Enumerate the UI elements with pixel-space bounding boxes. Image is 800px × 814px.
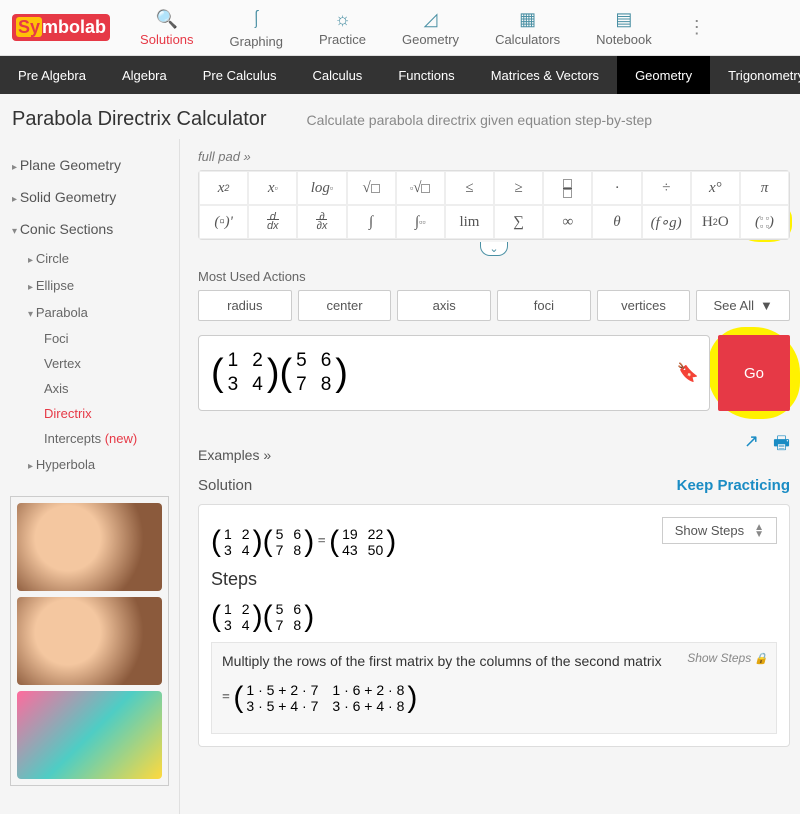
show-steps-link[interactable]: Show Steps (687, 651, 768, 665)
tb-x-squared[interactable]: x2 (199, 171, 248, 205)
share-icon[interactable]: ↗ (744, 431, 759, 461)
tb-sqrt[interactable]: √ (347, 171, 396, 205)
action-axis[interactable]: axis (397, 290, 491, 321)
full-pad-link[interactable]: full pad » (198, 149, 790, 164)
sidebar-ellipse[interactable]: Ellipse (0, 272, 179, 299)
subj-matrices-vectors[interactable]: Matrices & Vectors (473, 56, 617, 94)
ad-thumbnails (10, 496, 169, 786)
tb-lim[interactable]: lim (445, 205, 494, 239)
ad-thumb-1[interactable] (17, 503, 162, 591)
tb-int[interactable]: ∫ (347, 205, 396, 239)
expression-input[interactable]: ( 12 34 ) ( 56 78 ) 🔖 (198, 335, 710, 411)
step-description-box: Show Steps Multiply the rows of the firs… (211, 642, 777, 734)
sidebar-circle[interactable]: Circle (0, 245, 179, 272)
nav-notebook[interactable]: ▤Notebook (578, 3, 670, 53)
nav-geometry[interactable]: ◿Geometry (384, 3, 477, 53)
toolbar-expand-icon[interactable]: ⌄ (480, 242, 507, 256)
more-icon[interactable]: ⋮ (670, 17, 724, 38)
tb-prime[interactable]: (▫)' (199, 205, 248, 239)
step-text: Multiply the rows of the first matrix by… (222, 653, 662, 669)
expanded-equation: = ( 1 · 5 + 2 · 71 · 6 + 2 · 8 3 · 5 + 4… (222, 681, 766, 715)
ad-thumb-3[interactable] (17, 691, 162, 779)
tb-log[interactable]: log▫ (297, 171, 346, 205)
tb-leq[interactable]: ≤ (445, 171, 494, 205)
tb-sum[interactable]: ∑ (494, 205, 543, 239)
tb-div[interactable]: ÷ (642, 171, 691, 205)
bookmark-icon[interactable]: 🔖 (677, 363, 699, 384)
dropdown-icon: ▼ (760, 298, 773, 313)
sidebar-intercepts[interactable]: Intercepts (new) (0, 426, 179, 451)
bulb-icon: ☼ (334, 9, 351, 30)
print-icon[interactable]: 🖶 (773, 431, 790, 461)
subj-algebra[interactable]: Algebra (104, 56, 185, 94)
sidebar-hyperbola[interactable]: Hyperbola (0, 451, 179, 478)
subj-functions[interactable]: Functions (380, 56, 472, 94)
sidebar-directrix[interactable]: Directrix (0, 401, 179, 426)
sort-icon: ▲▼ (754, 524, 764, 538)
main-content: full pad » x2 x▫ log▫ √ ▫√ ≤ ≥ · ÷ x° π … (180, 139, 800, 814)
steps-equation-1: ( 12 34 ) ( 56 78 ) (211, 600, 777, 634)
solution-panel: Show Steps ▲▼ ( 12 34 ) ( 56 78 ) = ( 19… (198, 504, 790, 747)
logo[interactable]: Symbolab (0, 10, 122, 45)
tb-theta[interactable]: θ (592, 205, 641, 239)
tb-dot[interactable]: · (592, 171, 641, 205)
page-subtitle: Calculate parabola directrix given equat… (307, 112, 653, 128)
nav-practice[interactable]: ☼Practice (301, 3, 384, 53)
ad-thumb-2[interactable] (17, 597, 162, 685)
sidebar: Plane Geometry Solid Geometry Conic Sect… (0, 139, 180, 814)
steps-heading: Steps (211, 569, 777, 590)
sidebar-parabola[interactable]: Parabola (0, 299, 179, 326)
action-center[interactable]: center (298, 290, 392, 321)
notebook-icon: ▤ (615, 9, 632, 30)
tb-frac[interactable] (543, 171, 592, 205)
tb-matrix[interactable]: (▫ ▫▫ ▫) (740, 205, 789, 239)
show-steps-button[interactable]: Show Steps ▲▼ (662, 517, 777, 544)
sidebar-conic-sections[interactable]: Conic Sections (0, 213, 179, 245)
tb-h2o[interactable]: H2O (691, 205, 740, 239)
title-row: Parabola Directrix Calculator Calculate … (0, 94, 800, 139)
tb-geq[interactable]: ≥ (494, 171, 543, 205)
triangle-icon: ◿ (424, 9, 438, 30)
grid-icon: ▦ (519, 9, 536, 30)
tb-compose[interactable]: (f∘g) (642, 205, 691, 239)
action-row: radius center axis foci vertices See All… (198, 290, 790, 321)
page-title: Parabola Directrix Calculator (12, 108, 267, 131)
tb-ddx[interactable]: ddx (248, 205, 297, 239)
sidebar-foci[interactable]: Foci (0, 326, 179, 351)
most-used-label: Most Used Actions (198, 269, 790, 284)
tb-x-power[interactable]: x▫ (248, 171, 297, 205)
examples-link[interactable]: Examples » (198, 447, 271, 463)
tb-pi[interactable]: π (740, 171, 789, 205)
tb-degree[interactable]: x° (691, 171, 740, 205)
tb-infty[interactable]: ∞ (543, 205, 592, 239)
action-vertices[interactable]: vertices (597, 290, 691, 321)
subj-geometry[interactable]: Geometry (617, 56, 710, 94)
subj-pre-calculus[interactable]: Pre Calculus (185, 56, 295, 94)
tb-defint[interactable]: ∫▫▫ (396, 205, 445, 239)
go-button[interactable]: Go (718, 335, 790, 411)
math-toolbar: x2 x▫ log▫ √ ▫√ ≤ ≥ · ÷ x° π (▫)' ddx ∂∂… (198, 170, 790, 240)
search-icon: 🔍 (156, 9, 178, 30)
subj-pre-algebra[interactable]: Pre Algebra (0, 56, 104, 94)
solution-label: Solution (198, 477, 252, 494)
keep-practicing-link[interactable]: Keep Practicing (677, 477, 790, 494)
action-see-all[interactable]: See All▼ (696, 290, 790, 321)
subject-bar: Pre Algebra Algebra Pre Calculus Calculu… (0, 56, 800, 94)
nav-graphing[interactable]: ⎰Graphing (212, 0, 301, 55)
sidebar-solid-geometry[interactable]: Solid Geometry (0, 181, 179, 213)
action-foci[interactable]: foci (497, 290, 591, 321)
action-radius[interactable]: radius (198, 290, 292, 321)
tb-nroot[interactable]: ▫√ (396, 171, 445, 205)
sidebar-plane-geometry[interactable]: Plane Geometry (0, 149, 179, 181)
tb-partial[interactable]: ∂∂x (297, 205, 346, 239)
nav-calculators[interactable]: ▦Calculators (477, 3, 578, 53)
result-equation: ( 12 34 ) ( 56 78 ) = ( 1922 4350 ) (211, 525, 662, 559)
top-nav: Symbolab 🔍Solutions ⎰Graphing ☼Practice … (0, 0, 800, 56)
graph-icon: ⎰ (247, 6, 265, 32)
nav-solutions[interactable]: 🔍Solutions (122, 3, 211, 53)
subj-trigonometry[interactable]: Trigonometry (710, 56, 800, 94)
sidebar-vertex[interactable]: Vertex (0, 351, 179, 376)
sidebar-axis[interactable]: Axis (0, 376, 179, 401)
subj-calculus[interactable]: Calculus (294, 56, 380, 94)
